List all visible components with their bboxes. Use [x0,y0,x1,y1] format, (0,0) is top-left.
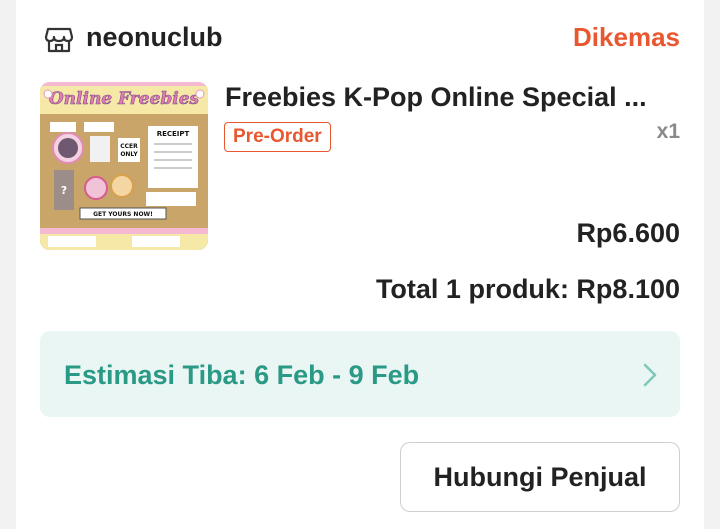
store-icon [44,26,74,54]
svg-text:ONLY: ONLY [120,151,138,158]
svg-text:CCER: CCER [120,143,138,150]
preorder-badge: Pre-Order [224,122,331,152]
order-card[interactable]: neonuclub Dikemas Online Freebies CCER O… [16,0,704,529]
shop-name[interactable]: neonuclub [86,22,223,53]
image-cta-text: GET YOURS NOW! [93,211,153,218]
order-status: Dikemas [573,22,680,52]
delivery-estimate-text: Estimasi Tiba: 6 Feb - 9 Feb [64,360,420,390]
image-header-text: Online Freebies [49,89,200,109]
contact-seller-button[interactable]: Hubungi Penjual [400,442,680,512]
order-total: Total 1 produk: Rp8.100 [375,274,680,304]
shop-header[interactable]: neonuclub Dikemas [16,18,704,62]
svg-text:?: ? [61,184,67,197]
delivery-estimate-row[interactable]: Estimasi Tiba: 6 Feb - 9 Feb [40,331,680,417]
image-receipt-text: RECEIPT [157,130,190,138]
product-image[interactable]: Online Freebies CCER ONLY RECEIPT ? GET … [40,82,208,250]
chevron-right-icon [642,362,658,388]
product-quantity: x1 [656,120,680,143]
product-title[interactable]: Freebies K-Pop Online Special ... [225,82,683,113]
product-price: Rp6.600 [576,218,680,248]
